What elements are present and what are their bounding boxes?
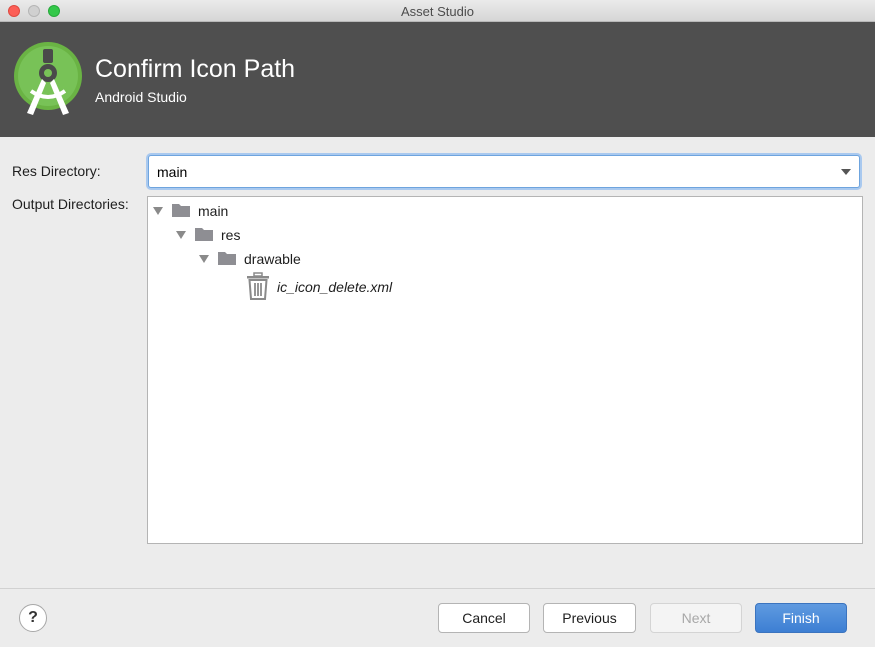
tree-node-label: ic_icon_delete.xml [277,279,393,295]
help-button[interactable]: ? [19,604,47,632]
expand-arrow-icon[interactable] [199,255,209,263]
output-directories-label: Output Directories: [12,196,129,212]
folder-icon [172,204,190,217]
expand-arrow-icon[interactable] [176,231,186,239]
window-title: Asset Studio [401,4,474,19]
folder-icon [195,228,213,241]
res-directory-label: Res Directory: [12,163,101,179]
output-directories-tree[interactable]: main res drawable ic_icon_delete.xml [147,196,863,544]
page-title: Confirm Icon Path [95,55,296,83]
page-subtitle: Android Studio [95,89,187,105]
folder-icon [218,252,236,265]
tree-node-label: drawable [244,251,301,267]
res-directory-select[interactable]: main [148,155,860,188]
header-banner: Confirm Icon Path Android Studio [0,22,875,137]
expand-arrow-icon[interactable] [153,207,163,215]
title-bar: Asset Studio [0,0,875,22]
trash-icon [247,272,269,300]
tree-node-label: main [198,203,229,219]
next-button[interactable]: Next [650,603,742,633]
chevron-down-icon[interactable] [841,169,851,175]
previous-button[interactable]: Previous [543,603,636,633]
tree-node-label: res [221,227,241,243]
cancel-button[interactable]: Cancel [438,603,530,633]
footer-divider [0,588,875,589]
res-directory-value: main [157,164,188,180]
finish-button[interactable]: Finish [755,603,847,633]
android-studio-logo-icon [14,42,82,115]
